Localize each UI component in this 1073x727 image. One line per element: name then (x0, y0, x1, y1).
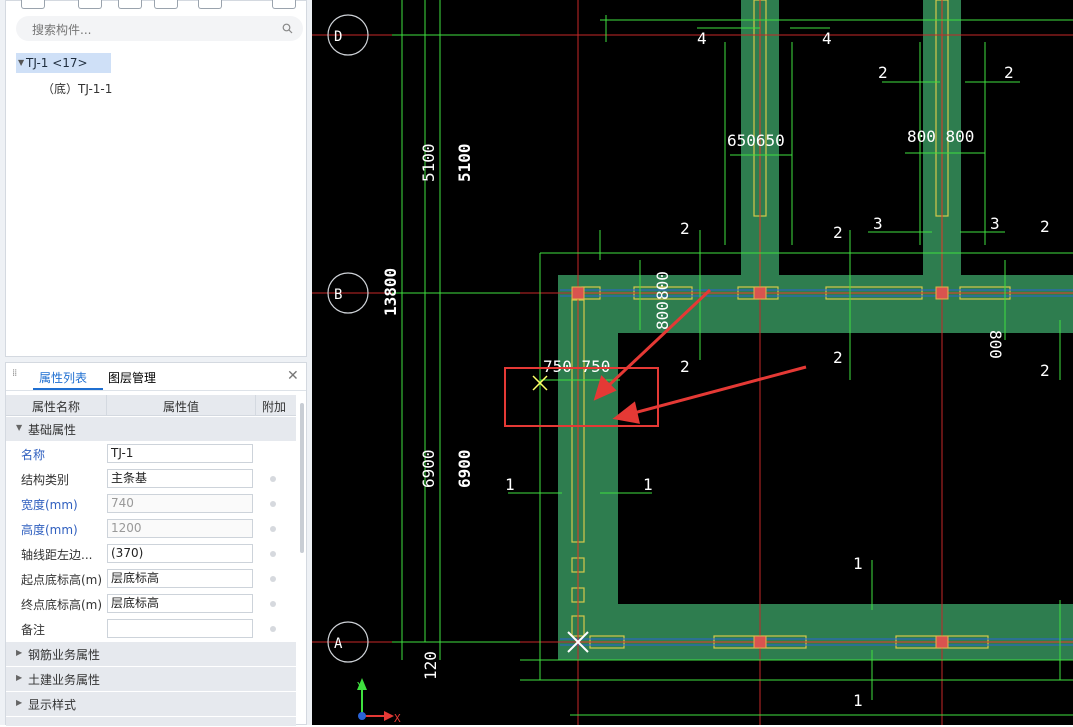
cad-canvas[interactable]: D B A 5100 5100 6900 6900 13800 120 6506… (312, 0, 1073, 725)
section-4-right: 4 (822, 29, 832, 48)
close-icon[interactable]: ✕ (287, 368, 299, 384)
section-2-f: 2 (680, 357, 690, 376)
group-basic-properties[interactable]: ▼ 基础属性 (6, 417, 296, 442)
toolbar-button-3[interactable] (118, 0, 142, 9)
dim-650: 650650 (727, 131, 785, 150)
section-2-g: 2 (833, 348, 843, 367)
dim-800-top: 800 800 (907, 127, 974, 146)
attach-checkbox[interactable] (270, 601, 276, 607)
svg-text:Y: Y (357, 680, 364, 693)
collapse-arrow-icon[interactable]: ▼ (16, 423, 22, 432)
section-2-h: 2 (1040, 361, 1050, 380)
property-grid-header: 属性名称 属性值 附加 (6, 395, 296, 416)
section-2-c: 2 (680, 219, 690, 238)
axis-labels: D B A (334, 29, 343, 652)
attach-checkbox[interactable] (270, 501, 276, 507)
section-2-e: 2 (1040, 217, 1050, 236)
expand-arrow-icon[interactable]: ▶ (16, 698, 22, 707)
toolbar-button-5[interactable] (198, 0, 222, 9)
section-3-b: 3 (990, 214, 1000, 233)
attach-checkbox[interactable] (270, 576, 276, 582)
property-tabs: ⁞⁞ 属性列表 图层管理 ✕ (6, 363, 306, 391)
cad-drawing[interactable]: D B A 5100 5100 6900 6900 13800 120 6506… (312, 0, 1073, 725)
toolbar-button-4[interactable] (154, 0, 178, 9)
property-value-input[interactable]: (370) (107, 544, 253, 563)
header-property-name: 属性名称 (32, 400, 81, 414)
axis-label-d: D (334, 29, 342, 45)
dim-5100-outer: 5100 (419, 143, 438, 182)
section-1-mid: 1 (853, 554, 863, 573)
toolbar-button-1[interactable] (21, 0, 45, 9)
section-3-a: 3 (873, 214, 883, 233)
property-row-start-elevation: 起点底标高(m) 层底标高 (6, 566, 296, 591)
attach-checkbox[interactable] (270, 551, 276, 557)
section-2-a: 2 (878, 63, 888, 82)
property-value-input[interactable]: TJ-1 (107, 444, 253, 463)
tree-expand-icon[interactable]: ▼ (18, 58, 24, 67)
toolbar-button-2[interactable] (78, 0, 102, 9)
search-icon[interactable] (282, 23, 293, 34)
dim-6900-inner: 6900 (455, 449, 474, 488)
dim-800-right: 800 (986, 330, 1005, 359)
svg-text:X: X (394, 712, 401, 725)
ucs-icon: Y X (357, 678, 401, 725)
tree-item-label: TJ-1 <17> (26, 56, 88, 70)
section-1-bottom: 1 (853, 691, 863, 710)
active-tab-indicator (33, 388, 103, 390)
property-row-end-elevation: 终点底标高(m) 层底标高 (6, 591, 296, 616)
axis-label-a: A (334, 636, 343, 652)
property-value-input[interactable]: 层底标高 (107, 569, 253, 588)
dim-800-lower: 800 (653, 301, 672, 330)
property-row-axis-offset: 轴线距左边... (370) (6, 541, 296, 566)
group-civil-properties[interactable]: ▶ 土建业务属性 (6, 667, 296, 692)
property-value-input[interactable]: 1200 (107, 519, 253, 538)
group-more[interactable] (6, 717, 296, 727)
property-row-structure-type: 结构类别 主条基 (6, 466, 296, 491)
header-property-value: 属性值 (163, 400, 200, 414)
drag-handle-icon[interactable]: ⁞⁞ (12, 369, 17, 379)
section-4-left: 4 (697, 29, 707, 48)
search-box[interactable] (16, 16, 303, 43)
attach-checkbox[interactable] (270, 476, 276, 482)
property-row-height: 高度(mm) 1200 (6, 516, 296, 541)
header-attach: 附加 (262, 400, 287, 414)
tree-item-tj-1[interactable]: ▼ TJ-1 <17> (16, 53, 111, 73)
component-tree-panel: ▼ TJ-1 <17> （底）TJ-1-1 (5, 0, 307, 357)
property-value-input[interactable] (107, 619, 253, 638)
toolbar-button-6[interactable] (272, 0, 296, 9)
tree-item-tj-1-1[interactable]: （底）TJ-1-1 (42, 80, 112, 97)
dim-13800: 13800 (381, 268, 400, 316)
section-1-left: 1 (505, 475, 515, 494)
dim-750: 750 750 (543, 357, 610, 376)
section-2-b: 2 (1004, 63, 1014, 82)
property-value-input[interactable]: 主条基 (107, 469, 253, 488)
property-scrollbar[interactable] (300, 403, 304, 553)
attach-checkbox[interactable] (270, 526, 276, 532)
attach-checkbox[interactable] (270, 626, 276, 632)
property-row-name: 名称 TJ-1 (6, 441, 296, 466)
dim-6900-outer: 6900 (419, 449, 438, 488)
axis-label-b: B (334, 287, 342, 303)
dim-5100-inner: 5100 (455, 143, 474, 182)
property-row-width: 宽度(mm) 740 (6, 491, 296, 516)
tab-property-list[interactable]: 属性列表 (39, 369, 87, 386)
section-2-d: 2 (833, 223, 843, 242)
property-panel: ⁞⁞ 属性列表 图层管理 ✕ 属性名称 属性值 附加 ▼ 基础属性 名称 TJ-… (5, 362, 307, 727)
left-panel: ▼ TJ-1 <17> （底）TJ-1-1 ⁞⁞ 属性列表 图层管理 ✕ 属性名… (0, 0, 312, 727)
axis-bubbles (327, 14, 369, 663)
expand-arrow-icon[interactable]: ▶ (16, 648, 22, 657)
property-row-remark: 备注 (6, 616, 296, 641)
property-value-input[interactable]: 层底标高 (107, 594, 253, 613)
tab-layer-management[interactable]: 图层管理 (108, 369, 156, 386)
section-1-right: 1 (643, 475, 653, 494)
group-display-style[interactable]: ▶ 显示样式 (6, 692, 296, 717)
expand-arrow-icon[interactable]: ▶ (16, 673, 22, 682)
group-rebar-properties[interactable]: ▶ 钢筋业务属性 (6, 642, 296, 667)
dim-120: 120 (421, 651, 440, 680)
search-input[interactable] (30, 16, 274, 43)
dim-800-upper: 800 (653, 271, 672, 300)
property-value-input[interactable]: 740 (107, 494, 253, 513)
